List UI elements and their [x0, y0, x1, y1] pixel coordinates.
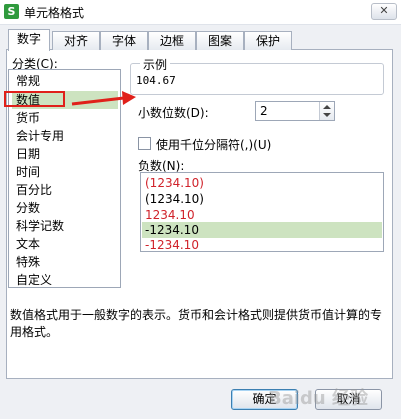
- title-bar: S 单元格格式 ✕: [0, 0, 401, 25]
- category-item-percentage[interactable]: 百分比: [12, 181, 118, 199]
- spin-up-icon[interactable]: [323, 105, 331, 109]
- category-item-custom[interactable]: 自定义: [12, 271, 118, 287]
- tab-font[interactable]: 字体: [100, 31, 148, 50]
- thousands-separator-checkbox[interactable]: [138, 137, 151, 150]
- negative-item-selected[interactable]: -1234.10: [142, 222, 382, 238]
- annotation-highlight-box: [4, 91, 65, 107]
- tab-border[interactable]: 边框: [148, 31, 196, 50]
- spinner-buttons[interactable]: [319, 102, 334, 120]
- category-item-fraction[interactable]: 分数: [12, 199, 118, 217]
- decimal-places-spinner[interactable]: 2: [255, 101, 335, 121]
- category-item-special[interactable]: 特殊: [12, 253, 118, 271]
- format-cells-dialog: S 单元格格式 ✕ 数字 对齐 字体 边框 图案 保护 分类(C): 常规 数值…: [0, 0, 401, 419]
- thousands-separator-label[interactable]: 使用千位分隔符(,)(U): [156, 136, 271, 153]
- category-item-text[interactable]: 文本: [12, 235, 118, 253]
- tab-protection[interactable]: 保护: [244, 31, 292, 50]
- tab-pattern[interactable]: 图案: [196, 31, 244, 50]
- spin-down-icon[interactable]: [323, 113, 331, 117]
- baidu-watermark: Baidu 经验: [268, 388, 369, 409]
- category-item-date[interactable]: 日期: [12, 145, 118, 163]
- negative-numbers-list[interactable]: (1234.10) (1234.10) 1234.10 -1234.10 -12…: [140, 172, 384, 252]
- tab-alignment[interactable]: 对齐: [52, 31, 100, 50]
- sample-label: 示例: [140, 56, 171, 73]
- sample-value: 104.67: [136, 74, 176, 87]
- format-description: 数值格式用于一般数字的表示。货币和会计格式则提供货币值计算的专用格式。: [10, 308, 383, 339]
- negative-item[interactable]: -1234.10: [142, 237, 382, 251]
- negative-item[interactable]: (1234.10): [142, 191, 382, 207]
- category-item-accounting[interactable]: 会计专用: [12, 127, 118, 145]
- category-item-general[interactable]: 常规: [12, 72, 118, 90]
- app-icon: S: [4, 4, 19, 19]
- decimal-places-label: 小数位数(D):: [138, 106, 209, 120]
- dialog-title: 单元格格式: [24, 6, 85, 20]
- negative-item[interactable]: 1234.10: [142, 207, 382, 223]
- negative-item[interactable]: (1234.10): [142, 175, 382, 191]
- close-button[interactable]: ✕: [371, 3, 397, 20]
- decimal-places-value[interactable]: 2: [260, 104, 268, 118]
- tab-number[interactable]: 数字: [8, 29, 50, 51]
- category-item-scientific[interactable]: 科学记数: [12, 217, 118, 235]
- category-item-time[interactable]: 时间: [12, 163, 118, 181]
